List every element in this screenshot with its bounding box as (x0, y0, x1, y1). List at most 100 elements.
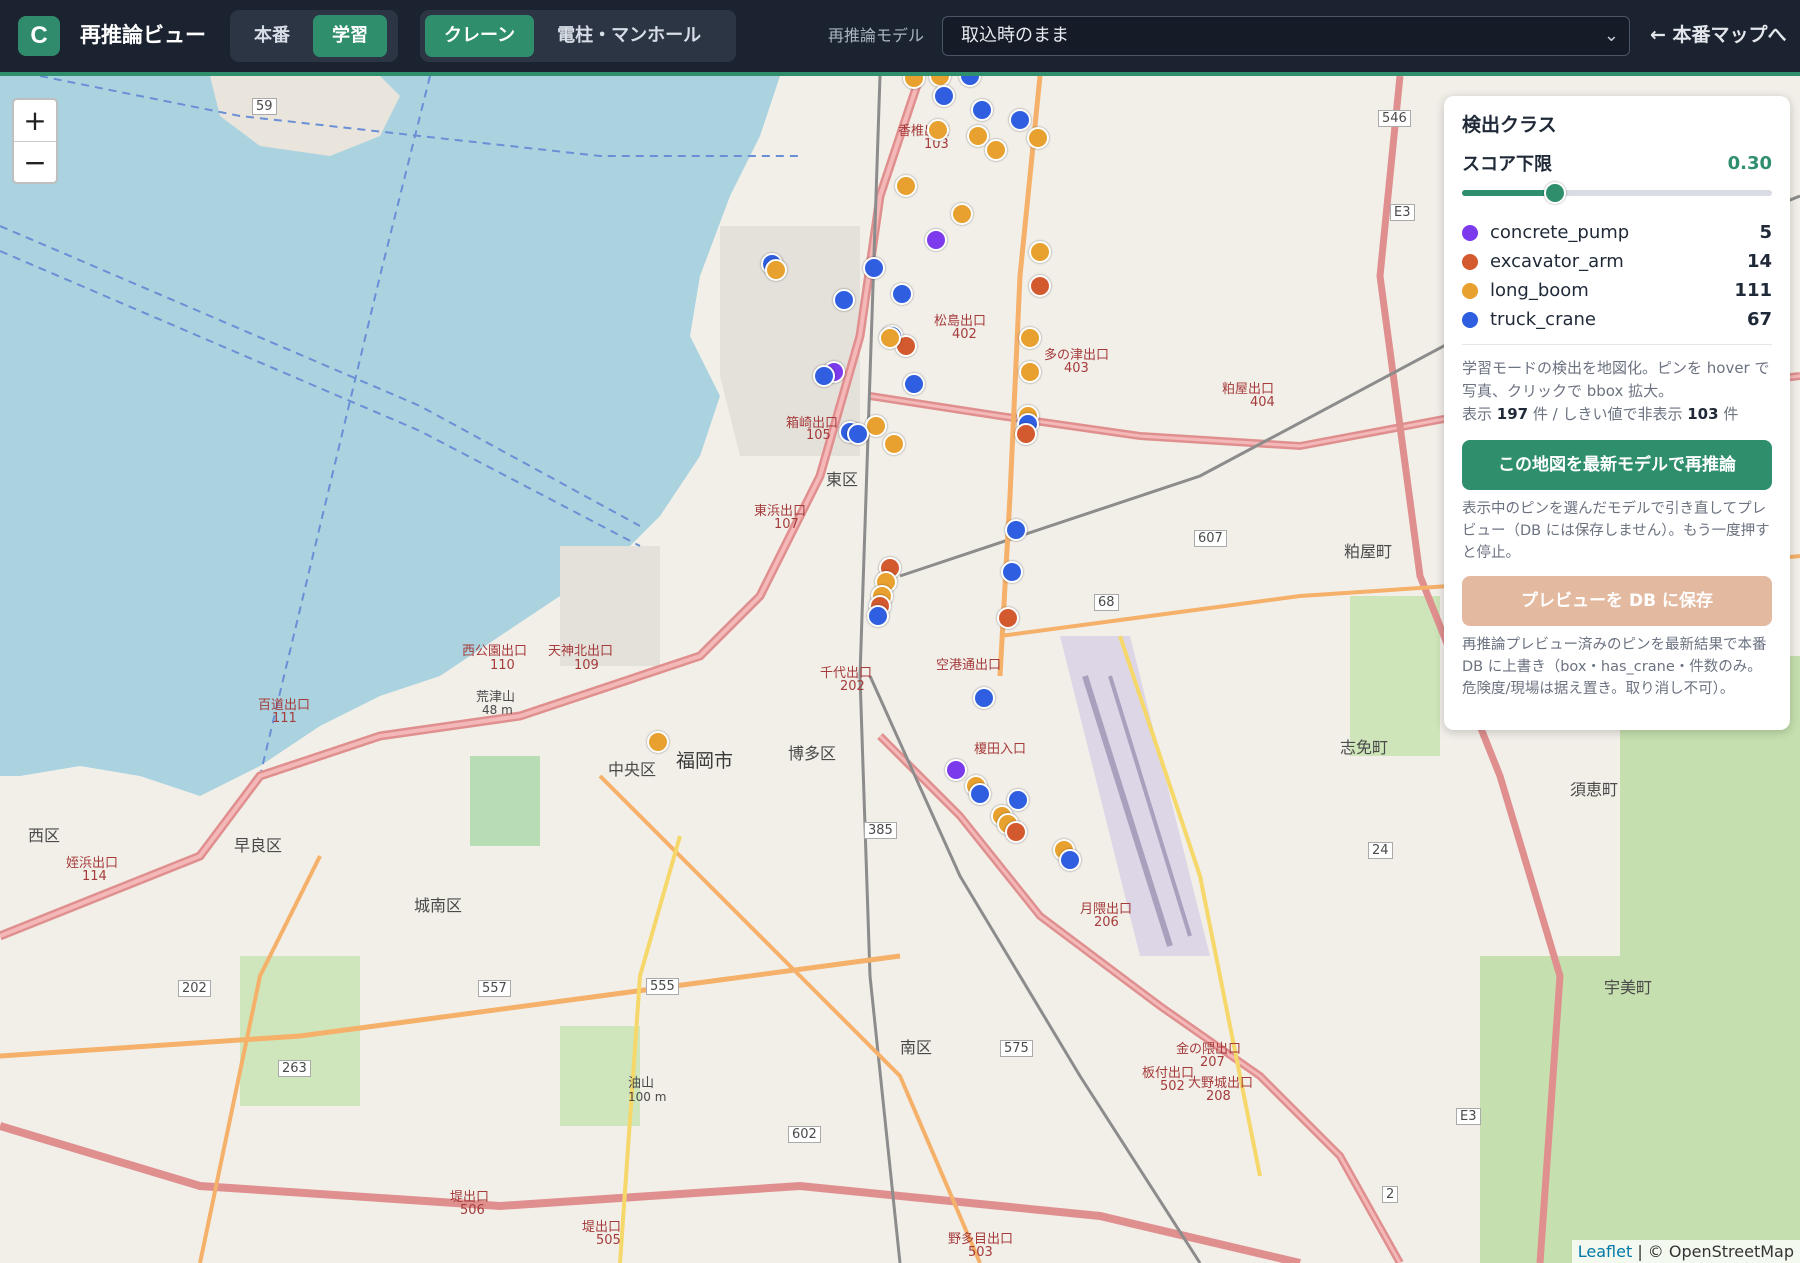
class-count: 111 (1734, 280, 1772, 301)
zoom-out-button[interactable]: − (14, 142, 56, 182)
detection-pin-truck-crane[interactable] (1005, 519, 1027, 541)
route-shield-575: 575 (1000, 1040, 1033, 1057)
detection-pin-long-boom[interactable] (1029, 241, 1051, 263)
score-threshold-label: スコア下限 (1462, 154, 1552, 175)
detection-pin-truck-crane[interactable] (847, 423, 869, 445)
road-label-enokida: 榎田入口 (974, 742, 1027, 757)
road-label-gekkuma-no: 206 (1094, 915, 1119, 930)
zoom-control: + − (12, 98, 58, 184)
detection-pin-truck-crane[interactable] (903, 373, 925, 395)
road-label-nokata-no: 503 (968, 1245, 993, 1260)
mode-toggle: 本番 学習 (230, 10, 398, 62)
class-count: 5 (1759, 222, 1772, 243)
panel-description: 学習モードの検出を地図化。ピンを hover で写真、クリックで bbox 拡大… (1462, 357, 1772, 426)
class-name: excavator_arm (1490, 251, 1624, 272)
detection-pin-truck-crane[interactable] (1009, 109, 1031, 131)
detection-pin-long-boom[interactable] (895, 175, 917, 197)
class-list: concrete_pump 5 excavator_arm 14 long_bo… (1462, 218, 1772, 334)
class-name: truck_crane (1490, 309, 1596, 330)
tab-pole-manhole[interactable]: 電柱・マンホール (538, 15, 720, 57)
road-label-itazuke-no: 502 (1160, 1079, 1185, 1094)
tab-crane[interactable]: クレーン (425, 15, 535, 57)
detection-pin-concrete-pump[interactable] (925, 229, 947, 251)
leaflet-link[interactable]: Leaflet (1578, 1242, 1632, 1261)
top-bar: C 再推論ビュー 本番 学習 クレーン 電柱・マンホール 再推論モデル 取込時の… (0, 0, 1800, 76)
road-label-tsutsumi2-no: 505 (596, 1233, 621, 1248)
route-shield-546: 546 (1378, 110, 1411, 127)
route-shield-555: 555 (646, 978, 679, 995)
road-label-meinohama-no: 114 (82, 869, 107, 884)
detection-pin-excavator-arm[interactable] (1015, 423, 1037, 445)
detection-pin-long-boom[interactable] (765, 259, 787, 281)
detection-pin-long-boom[interactable] (1027, 127, 1049, 149)
detection-pin-truck-crane[interactable] (863, 257, 885, 279)
class-item-long-boom[interactable]: long_boom 111 (1462, 276, 1772, 305)
slider-thumb[interactable] (1544, 182, 1566, 204)
tab-production[interactable]: 本番 (235, 15, 309, 57)
route-shield-263: 263 (278, 1060, 311, 1077)
class-item-concrete-pump[interactable]: concrete_pump 5 (1462, 218, 1772, 247)
detection-pin-truck-crane[interactable] (833, 289, 855, 311)
road-label-tenjin: 天神北出口 (548, 644, 614, 659)
score-threshold-slider[interactable] (1462, 180, 1772, 206)
road-label-nishikoen-no: 110 (490, 658, 515, 673)
tab-training[interactable]: 学習 (313, 15, 387, 57)
detection-pin-truck-crane[interactable] (1001, 561, 1023, 583)
detection-pin-truck-crane[interactable] (867, 605, 889, 627)
route-shield-385: 385 (864, 822, 897, 839)
route-shield-2: 2 (1382, 1186, 1399, 1203)
detection-pin-truck-crane[interactable] (1059, 849, 1081, 871)
route-shield-202: 202 (178, 980, 211, 997)
detection-pin-truck-crane[interactable] (813, 365, 835, 387)
map-label-shime: 志免町 (1340, 738, 1389, 757)
map-label-aburayama-height: 100 m (628, 1090, 667, 1104)
detection-pin-excavator-arm[interactable] (1005, 821, 1027, 843)
detection-pin-long-boom[interactable] (647, 731, 669, 753)
detection-pin-truck-crane[interactable] (1007, 789, 1029, 811)
route-shield-607: 607 (1194, 530, 1227, 547)
detection-pin-excavator-arm[interactable] (1029, 275, 1051, 297)
model-select-value: 取込時のまま (961, 25, 1069, 46)
map-label-jonan: 城南区 (414, 896, 463, 915)
detection-pin-truck-crane[interactable] (973, 687, 995, 709)
detection-pin-long-boom[interactable] (927, 119, 949, 141)
detection-pin-excavator-arm[interactable] (997, 607, 1019, 629)
road-label-tsutsumi1-no: 506 (460, 1203, 485, 1218)
road-label-oonojo-no: 208 (1206, 1089, 1231, 1104)
detection-pin-long-boom[interactable] (879, 327, 901, 349)
road-label-matsushima-no: 402 (952, 327, 977, 342)
road-label-tenjin-no: 109 (574, 658, 599, 673)
route-shield-602: 602 (788, 1126, 821, 1143)
slider-fill (1462, 190, 1555, 196)
detection-pin-concrete-pump[interactable] (945, 759, 967, 781)
route-shield-e3-north: E3 (1390, 204, 1415, 221)
map-label-minami: 南区 (900, 1038, 933, 1057)
class-name: concrete_pump (1490, 222, 1630, 243)
model-select[interactable]: 取込時のまま ⌄ (942, 16, 1630, 56)
detection-pin-long-boom[interactable] (883, 433, 905, 455)
save-preview-to-db-button[interactable]: プレビューを DB に保存 (1462, 576, 1772, 626)
detection-pin-truck-crane[interactable] (969, 783, 991, 805)
class-item-truck-crane[interactable]: truck_crane 67 (1462, 305, 1772, 334)
back-to-production-map-link[interactable]: ← 本番マップへ (1650, 20, 1787, 50)
detection-pin-truck-crane[interactable] (971, 99, 993, 121)
map-label-chuo: 中央区 (608, 760, 657, 779)
detection-pin-truck-crane[interactable] (891, 283, 913, 305)
route-shield-68: 68 (1094, 594, 1119, 611)
map-label-sue: 須恵町 (1570, 780, 1619, 799)
detection-pin-long-boom[interactable] (951, 203, 973, 225)
chevron-down-icon: ⌄ (1603, 25, 1619, 46)
road-label-kuko: 空港通出口 (936, 658, 1002, 673)
detection-pin-long-boom[interactable] (1019, 327, 1041, 349)
detection-pin-long-boom[interactable] (985, 139, 1007, 161)
zoom-in-button[interactable]: + (14, 100, 56, 142)
rerun-latest-model-button[interactable]: この地図を最新モデルで再推論 (1462, 440, 1772, 490)
detection-pin-long-boom[interactable] (1019, 361, 1041, 383)
map-attribution: Leaflet | © OpenStreetMap (1571, 1240, 1800, 1263)
class-color-dot (1462, 311, 1478, 328)
detection-pin-truck-crane[interactable] (933, 85, 955, 107)
class-item-excavator-arm[interactable]: excavator_arm 14 (1462, 247, 1772, 276)
class-count: 67 (1746, 309, 1772, 330)
target-toggle: クレーン 電柱・マンホール (420, 10, 736, 62)
map-label-umi: 宇美町 (1604, 978, 1653, 997)
